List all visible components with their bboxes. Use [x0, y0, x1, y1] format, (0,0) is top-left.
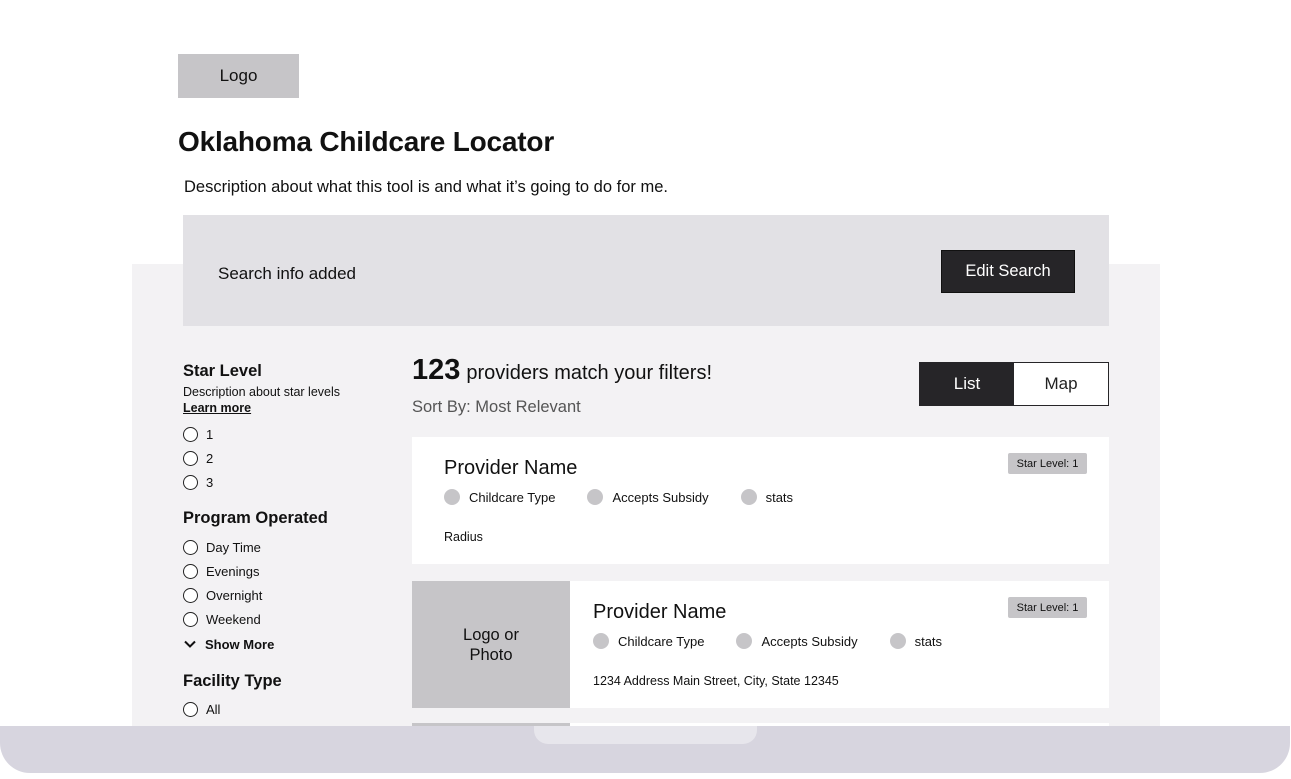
filter-facility-type: Facility Type All [183, 672, 383, 721]
provider-photo: Logo or Photo [412, 581, 570, 708]
radio-label: Day Time [206, 539, 261, 555]
filter-title: Facility Type [183, 672, 282, 691]
radio-circle-icon[interactable] [183, 426, 198, 442]
search-summary-bar: Search info added Edit Search [183, 215, 1109, 326]
tag-stats: stats [740, 489, 794, 505]
radio-label: Evenings [206, 563, 260, 579]
radio-all[interactable]: All [183, 697, 383, 721]
radio-circle-icon[interactable] [183, 563, 198, 579]
tag-stats: stats [889, 633, 943, 649]
map-view-button[interactable]: Map [1014, 363, 1108, 405]
results-count-number: 123 [412, 354, 461, 386]
tag-dot-icon [889, 633, 906, 649]
provider-radius: Radius [444, 530, 483, 544]
radio-weekend[interactable]: Weekend [183, 608, 383, 632]
star-level-badge: Star Level: 1 [1008, 453, 1087, 474]
learn-more-link[interactable]: Learn more [183, 401, 251, 415]
radio-day-time[interactable]: Day Time [183, 535, 383, 559]
radio-label: Weekend [206, 612, 261, 628]
tag-dot-icon [444, 489, 460, 505]
tag-dot-icon [587, 489, 604, 505]
show-more-button[interactable]: Show More [183, 632, 383, 656]
radio-circle-icon[interactable] [183, 539, 198, 555]
tag-label: Childcare Type [618, 633, 705, 649]
tag-label: Childcare Type [469, 489, 556, 505]
show-more-label: Show More [205, 636, 275, 652]
results-count-text: providers match your filters! [466, 362, 713, 384]
radio-label: 3 [206, 475, 214, 491]
provider-tags: Childcare Type Accepts Subsidy stats [444, 489, 825, 505]
page-title: Oklahoma Childcare Locator [178, 126, 555, 157]
logo-label: Logo [219, 66, 258, 85]
provider-card[interactable]: Logo or Photo Provider Name Star Level: … [412, 581, 1109, 708]
radio-circle-icon[interactable] [183, 475, 198, 491]
laptop-notch [534, 726, 757, 744]
radio-label: Overnight [206, 588, 263, 604]
filter-title: Star Level [183, 362, 262, 380]
filter-star-level: Star Level Description about star levels… [183, 362, 383, 495]
sort-dropdown[interactable]: Sort By: Most Relevant [412, 398, 581, 417]
tag-dot-icon [593, 633, 609, 649]
radio-circle-icon[interactable] [183, 450, 198, 466]
tag-childcare-type: Childcare Type [444, 489, 555, 505]
provider-tags: Childcare Type Accepts Subsidy stats [593, 633, 974, 649]
tag-label: Accepts Subsidy [761, 633, 858, 649]
radio-star-3[interactable]: 3 [183, 471, 383, 495]
filter-description: Description about star levels [183, 385, 341, 399]
list-view-button[interactable]: List [920, 363, 1014, 405]
radio-circle-icon[interactable] [183, 588, 198, 604]
tag-dot-icon [740, 489, 757, 505]
radio-label: 2 [206, 450, 214, 466]
radio-circle-icon[interactable] [183, 701, 198, 717]
search-info-text: Search info added [218, 264, 356, 283]
results-count: 123 providers match your filters! [412, 354, 712, 387]
tag-childcare-type: Childcare Type [593, 633, 704, 649]
tag-accepts-subsidy: Accepts Subsidy [587, 489, 709, 505]
radio-label: 1 [206, 426, 214, 442]
radio-star-1[interactable]: 1 [183, 422, 383, 446]
edit-search-button[interactable]: Edit Search [941, 250, 1075, 293]
tag-accepts-subsidy: Accepts Subsidy [736, 633, 858, 649]
radio-evenings[interactable]: Evenings [183, 559, 383, 583]
provider-address: 1234 Address Main Street, City, State 12… [593, 674, 839, 688]
provider-name[interactable]: Provider Name [444, 457, 577, 480]
tag-dot-icon [736, 633, 753, 649]
radio-star-2[interactable]: 2 [183, 446, 383, 470]
star-level-badge: Star Level: 1 [1008, 597, 1087, 618]
radio-circle-icon[interactable] [183, 612, 198, 628]
page-description: Description about what this tool is and … [184, 178, 668, 196]
tag-label: Accepts Subsidy [612, 489, 709, 505]
provider-name[interactable]: Provider Name [593, 601, 726, 624]
radio-overnight[interactable]: Overnight [183, 583, 383, 607]
view-toggle: List Map [919, 362, 1109, 406]
radio-label: All [206, 701, 221, 717]
tag-label: stats [765, 489, 794, 505]
filter-title: Program Operated [183, 508, 328, 527]
logo[interactable]: Logo [178, 54, 299, 98]
provider-card[interactable]: Provider Name Star Level: 1 Childcare Ty… [412, 437, 1109, 564]
filters-sidebar: Star Level Description about star levels… [183, 362, 383, 726]
tag-label: stats [914, 633, 943, 649]
filter-program-operated: Program Operated Day Time Evenings Overn… [183, 509, 383, 656]
chevron-down-icon [184, 640, 196, 648]
